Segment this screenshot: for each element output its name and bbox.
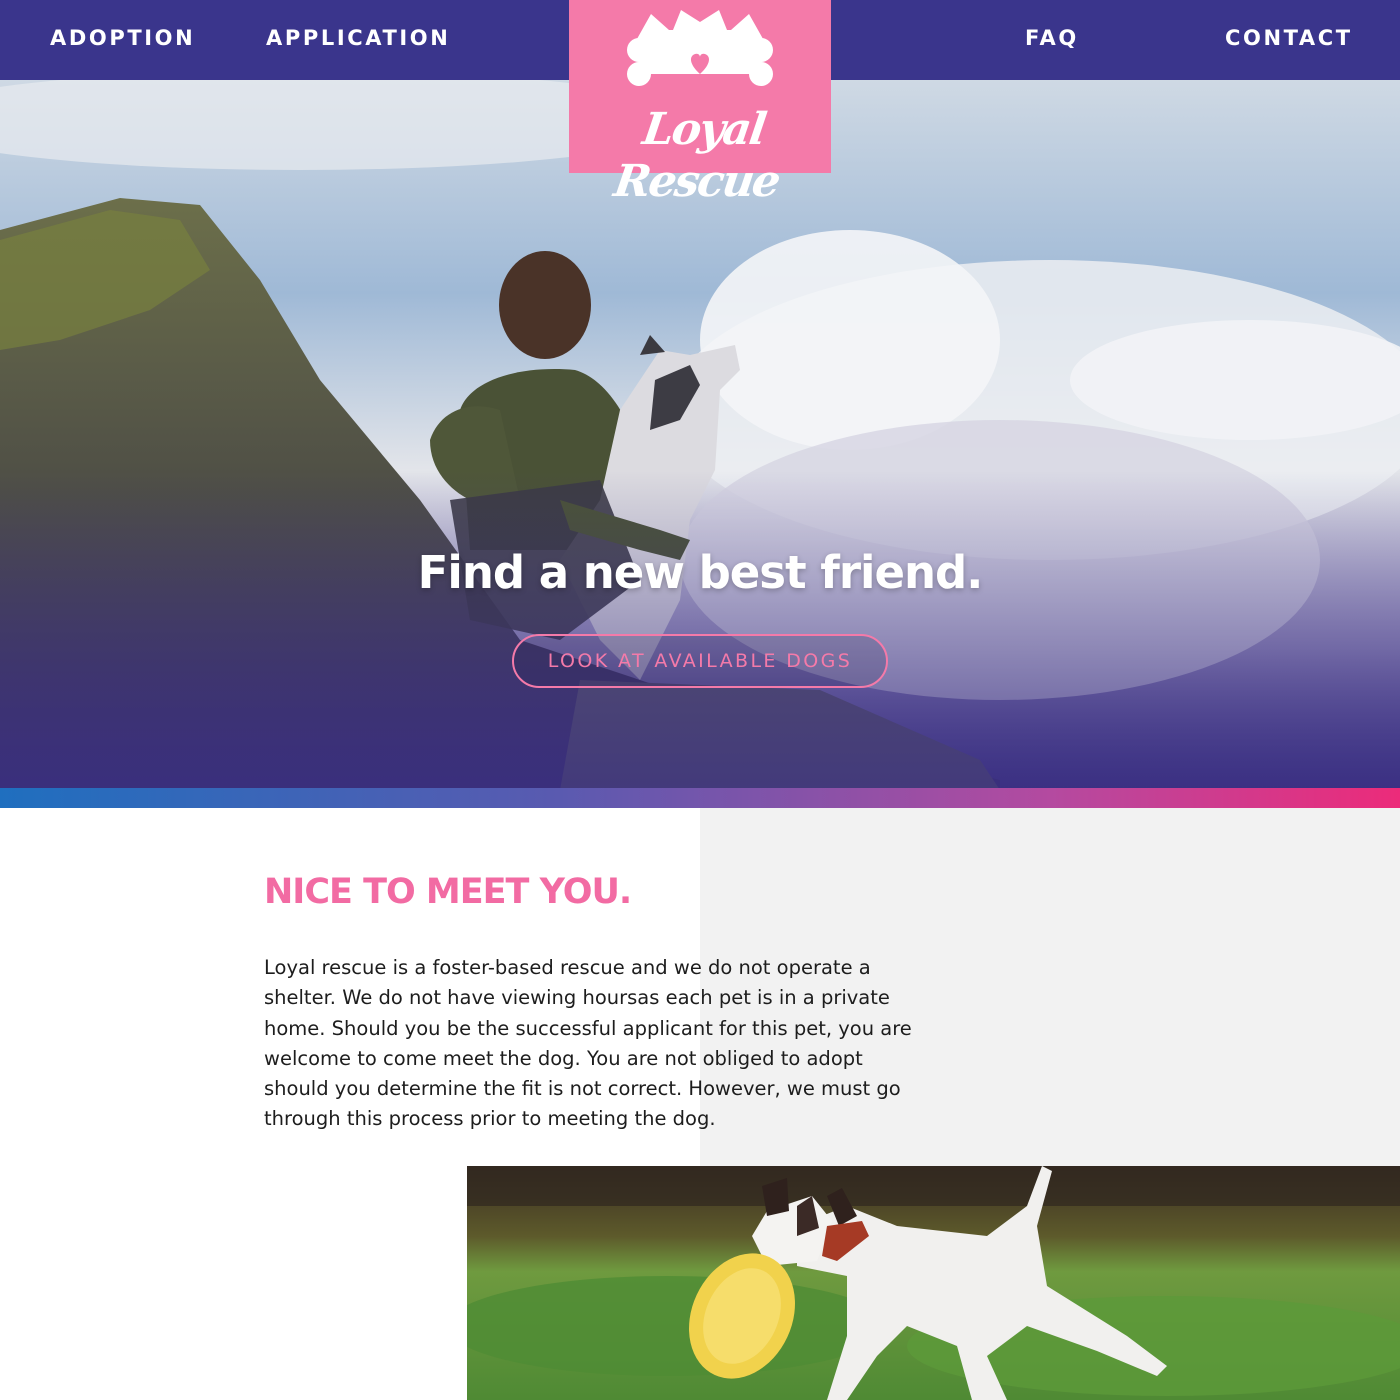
about-title: NICE TO MEET YOU.	[264, 872, 632, 912]
dog-frisbee-photo	[467, 1166, 1400, 1400]
available-dogs-button[interactable]: LOOK AT AVAILABLE DOGS	[512, 634, 888, 688]
nav-link-adoption[interactable]: ADOPTION	[50, 26, 195, 50]
hero-title: Find a new best friend.	[417, 546, 984, 599]
dog-bone-heart-icon	[627, 10, 773, 86]
dog-frisbee-image	[467, 1166, 1400, 1400]
nav-link-contact[interactable]: CONTACT	[1225, 26, 1353, 50]
logo-wordmark: Loyal Rescue	[610, 104, 783, 207]
site-logo[interactable]: Loyal Rescue	[569, 0, 831, 207]
about-description: Loyal rescue is a foster-based rescue an…	[264, 956, 912, 1131]
nav-link-application[interactable]: APPLICATION	[266, 26, 450, 50]
nav-link-faq[interactable]: FAQ	[1025, 26, 1079, 50]
gradient-divider	[0, 788, 1400, 808]
